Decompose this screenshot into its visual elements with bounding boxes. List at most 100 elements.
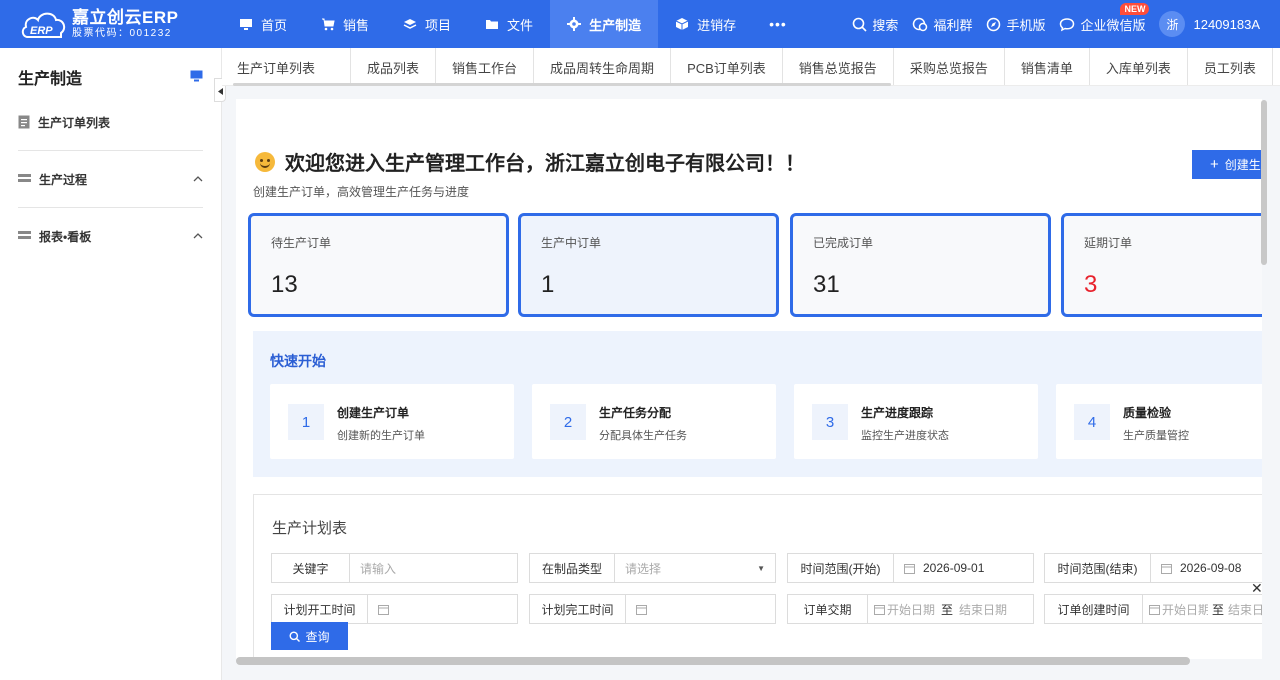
stat-label: 生产中订单 bbox=[541, 236, 602, 250]
search-label: 搜索 bbox=[872, 17, 899, 33]
display-icon[interactable] bbox=[190, 70, 203, 85]
wechat-label: 企业微信版 bbox=[1080, 17, 1146, 33]
sidebar-item-label: 报表•看板 bbox=[39, 229, 92, 244]
layers-icon bbox=[403, 18, 417, 31]
sidebar-item-production-orders[interactable]: 生产订单列表 bbox=[18, 106, 203, 138]
folder-icon bbox=[485, 18, 499, 31]
plan-start-date-input[interactable] bbox=[368, 604, 517, 615]
nav-project[interactable]: 项目 bbox=[386, 0, 468, 48]
select-placeholder: 请选择 bbox=[625, 561, 662, 576]
query-button[interactable]: 查询 bbox=[271, 622, 348, 650]
field-label: 时间范围(开始) bbox=[788, 554, 894, 582]
date-value: 2026-09-08 bbox=[1180, 561, 1242, 575]
avatar[interactable]: 浙 bbox=[1159, 11, 1186, 37]
quick-step-create-order[interactable]: 1 创建生产订单 创建新的生产订单 bbox=[270, 384, 514, 459]
range-start-date-input[interactable]: 2026-09-01 bbox=[894, 561, 1033, 575]
plan-end-date-input[interactable] bbox=[626, 604, 775, 615]
field-label: 在制品类型 bbox=[530, 554, 615, 582]
wechat-version-button[interactable]: 企业微信版 NEW bbox=[1059, 2, 1150, 34]
nav-sales[interactable]: 销售 bbox=[304, 0, 386, 48]
tab-sales-overview[interactable]: 销售总览报告 bbox=[783, 48, 894, 85]
tab-products[interactable]: 成品列表 bbox=[351, 48, 437, 85]
field-label: 计划开工时间 bbox=[272, 595, 368, 623]
tab-production-orders[interactable]: 生产订单列表 bbox=[222, 48, 352, 85]
sidebar-item-reports-dashboard[interactable]: 报表•看板 bbox=[18, 220, 203, 252]
nav-more-button[interactable]: ••• bbox=[753, 0, 803, 48]
page-tabs: 生产订单列表 成品列表 销售工作台 成品周转生命周期 PCB订单列表 销售总览报… bbox=[222, 48, 1280, 86]
stat-card-in-progress[interactable]: 生产中订单 1 bbox=[518, 213, 779, 317]
nav-label: 进销存 bbox=[697, 17, 737, 33]
divider bbox=[18, 150, 203, 151]
create-order-label: 创建生 bbox=[1224, 158, 1261, 172]
range-end-date-input[interactable]: 2026-09-08 bbox=[1151, 561, 1262, 575]
search-button[interactable]: 搜索 bbox=[852, 15, 898, 34]
vertical-scrollbar[interactable] bbox=[1261, 100, 1267, 265]
step-title: 生产进度跟踪 bbox=[861, 406, 934, 420]
tab-scrollbar[interactable] bbox=[233, 83, 891, 86]
tab-inbound-list[interactable]: 入库单列表 bbox=[1090, 48, 1188, 85]
stat-value: 3 bbox=[1084, 271, 1098, 298]
quick-step-assign-task[interactable]: 2 生产任务分配 分配具体生产任务 bbox=[532, 384, 776, 459]
stat-card-delayed[interactable]: 延期订单 3 bbox=[1061, 213, 1262, 317]
tab-purchase-overview[interactable]: 采购总览报告 bbox=[894, 48, 1005, 85]
wip-type-select[interactable]: 请选择 ▼ bbox=[615, 560, 775, 577]
calendar-icon bbox=[378, 604, 389, 615]
svg-text:ERP: ERP bbox=[30, 25, 53, 37]
nav-home[interactable]: 首页 bbox=[222, 0, 304, 48]
nav-inventory[interactable]: 进销存 bbox=[658, 0, 753, 48]
tab-sales-list[interactable]: 销售清单 bbox=[1005, 48, 1090, 85]
sidebar-item-production-process[interactable]: 生产过程 bbox=[18, 163, 203, 195]
tab-sales-workbench[interactable]: 销售工作台 bbox=[436, 48, 535, 85]
chevron-up-icon bbox=[193, 233, 203, 239]
range-start-field: 时间范围(开始) 2026-09-01 bbox=[787, 553, 1034, 583]
section-title: 生产计划表 bbox=[272, 520, 348, 537]
horizontal-scrollbar[interactable] bbox=[236, 657, 1190, 665]
sidebar-title: 生产制造 bbox=[18, 71, 83, 88]
quick-step-quality-check[interactable]: 4 质量检验 生产质量管控 bbox=[1056, 384, 1262, 459]
app-logo[interactable]: ERP 嘉立创云ERP 股票代码：001232 bbox=[0, 0, 222, 48]
range-start-placeholder: 开始日期 bbox=[887, 602, 936, 617]
list-icon bbox=[18, 173, 31, 185]
nav-production[interactable]: 生产制造 bbox=[550, 0, 659, 48]
keyword-input[interactable]: 请输入 bbox=[350, 560, 517, 577]
sidebar-item-label: 生产过程 bbox=[39, 172, 88, 187]
tab-pcb-orders[interactable]: PCB订单列表 bbox=[671, 48, 783, 85]
chat-bubble-icon bbox=[1059, 17, 1075, 32]
calendar-icon bbox=[1149, 604, 1160, 615]
search-icon bbox=[289, 631, 301, 642]
calendar-icon bbox=[1161, 563, 1172, 574]
create-order-button[interactable]: + 创建生 bbox=[1192, 150, 1262, 179]
chevron-up-icon bbox=[193, 176, 203, 182]
stock-code: 股票代码：001232 bbox=[72, 28, 172, 39]
quick-step-track-progress[interactable]: 3 生产进度跟踪 监控生产进度状态 bbox=[794, 384, 1038, 459]
range-end-field: 时间范围(结束) 2026-09-08 bbox=[1044, 553, 1262, 583]
mobile-version-button[interactable]: 手机版 bbox=[986, 15, 1045, 34]
stat-value: 1 bbox=[541, 271, 555, 298]
sidebar: 生产制造 生产订单列表 生产过程 报表•看板 bbox=[0, 48, 222, 680]
stat-card-completed[interactable]: 已完成订单 31 bbox=[790, 213, 1051, 317]
created-date-range-input[interactable]: 开始日期 至 结束日 bbox=[1143, 601, 1262, 618]
tab-employees[interactable]: 员工列表 bbox=[1188, 48, 1273, 85]
range-separator: 至 bbox=[941, 602, 954, 617]
close-icon[interactable]: ✕ bbox=[1251, 580, 1263, 597]
delivery-date-range-input[interactable]: 开始日期 至 结束日期 bbox=[868, 601, 1033, 618]
main-content: 欢迎您进入生产管理工作台，浙江嘉立创电子有限公司！！ 创建生产订单，高效管理生产… bbox=[236, 99, 1262, 659]
tab-product-lifecycle[interactable]: 成品周转生命周期 bbox=[534, 48, 672, 85]
plus-icon: + bbox=[1210, 156, 1219, 173]
quick-start-title: 快速开始 bbox=[270, 353, 326, 369]
tab-hr[interactable]: 人事 bbox=[1273, 48, 1280, 85]
nav-files[interactable]: 文件 bbox=[468, 0, 550, 48]
field-label: 关键字 bbox=[272, 554, 350, 582]
sidebar-item-label: 生产订单列表 bbox=[38, 115, 111, 130]
step-desc: 生产质量管控 bbox=[1123, 430, 1189, 442]
step-title: 生产任务分配 bbox=[599, 406, 672, 420]
plan-end-time-field: 计划完工时间 bbox=[529, 594, 776, 624]
monitor-icon bbox=[239, 18, 253, 31]
range-start-placeholder: 开始日期 bbox=[1162, 602, 1208, 617]
box-icon bbox=[675, 17, 689, 31]
welfare-label: 福利群 bbox=[933, 17, 973, 33]
compass-icon bbox=[986, 17, 1001, 32]
welfare-group-button[interactable]: 福利群 bbox=[912, 15, 972, 34]
stat-card-pending[interactable]: 待生产订单 13 bbox=[248, 213, 509, 317]
username[interactable]: 12409183A bbox=[1193, 17, 1260, 32]
